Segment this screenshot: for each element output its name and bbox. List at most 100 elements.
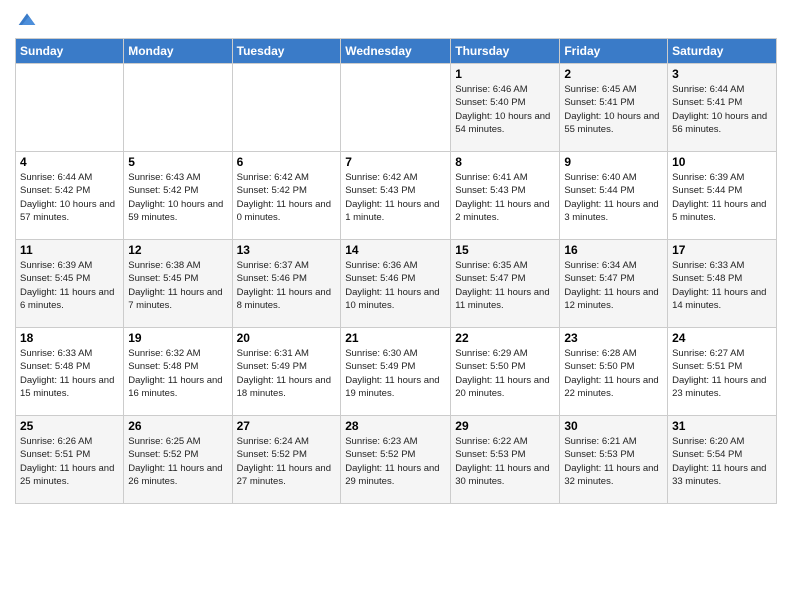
day-info: Sunrise: 6:37 AMSunset: 5:46 PMDaylight:…: [237, 259, 337, 312]
calendar-week-row: 4 Sunrise: 6:44 AMSunset: 5:42 PMDaylight…: [16, 152, 777, 240]
calendar-header-row: SundayMondayTuesdayWednesdayThursdayFrid…: [16, 39, 777, 64]
calendar-day-cell: 7Sunrise: 6:42 AMSunset: 5:43 PMDaylight…: [341, 152, 451, 240]
day-number: 9: [564, 155, 663, 169]
day-number: 2: [564, 67, 663, 81]
calendar-table: SundayMondayTuesdayWednesdayThursdayFrid…: [15, 38, 777, 504]
main-container: SundayMondayTuesdayWednesdayThursdayFrid…: [0, 0, 792, 514]
calendar-week-row: 11 Sunrise: 6:39 AMSunset: 5:45 PMDayligh…: [16, 240, 777, 328]
day-info: Sunrise: 6:39 AMSunset: 5:45 PMDaylight:…: [20, 259, 119, 312]
calendar-day-cell: 5 Sunrise: 6:43 AMSunset: 5:42 PMDaylight…: [124, 152, 232, 240]
logo: [15, 10, 37, 30]
day-info: Sunrise: 6:39 AMSunset: 5:44 PMDaylight:…: [672, 171, 772, 224]
calendar-week-row: 25 Sunrise: 6:26 AMSunset: 5:51 PMDayligh…: [16, 416, 777, 504]
day-info: Sunrise: 6:27 AMSunset: 5:51 PMDaylight:…: [672, 347, 772, 400]
logo-icon: [17, 10, 37, 30]
day-info: Sunrise: 6:28 AMSunset: 5:50 PMDaylight:…: [564, 347, 663, 400]
day-number: 23: [564, 331, 663, 345]
day-info: Sunrise: 6:32 AMSunset: 5:48 PMDaylight:…: [128, 347, 227, 400]
day-info: Sunrise: 6:40 AMSunset: 5:44 PMDaylight:…: [564, 171, 663, 224]
calendar-day-cell: 19 Sunrise: 6:32 AMSunset: 5:48 PMDayligh…: [124, 328, 232, 416]
calendar-day-cell: 18 Sunrise: 6:33 AMSunset: 5:48 PMDayligh…: [16, 328, 124, 416]
calendar-day-header: Sunday: [16, 39, 124, 64]
calendar-day-header: Tuesday: [232, 39, 341, 64]
day-number: 8: [455, 155, 555, 169]
day-number: 5: [128, 155, 227, 169]
calendar-day-cell: 6 Sunrise: 6:42 AMSunset: 5:42 PMDaylight…: [232, 152, 341, 240]
day-info: Sunrise: 6:33 AMSunset: 5:48 PMDaylight:…: [672, 259, 772, 312]
day-number: 4: [20, 155, 119, 169]
calendar-week-row: 18 Sunrise: 6:33 AMSunset: 5:48 PMDayligh…: [16, 328, 777, 416]
calendar-day-cell: 17 Sunrise: 6:33 AMSunset: 5:48 PMDayligh…: [668, 240, 777, 328]
day-number: 6: [237, 155, 337, 169]
day-info: Sunrise: 6:38 AMSunset: 5:45 PMDaylight:…: [128, 259, 227, 312]
day-number: 13: [237, 243, 337, 257]
calendar-day-cell: [124, 64, 232, 152]
day-number: 21: [345, 331, 446, 345]
header: [15, 10, 777, 30]
day-info: Sunrise: 6:44 AMSunset: 5:42 PMDaylight:…: [20, 171, 119, 224]
calendar-day-cell: 20 Sunrise: 6:31 AMSunset: 5:49 PMDayligh…: [232, 328, 341, 416]
day-number: 16: [564, 243, 663, 257]
day-info: Sunrise: 6:24 AMSunset: 5:52 PMDaylight:…: [237, 435, 337, 488]
day-number: 12: [128, 243, 227, 257]
day-number: 19: [128, 331, 227, 345]
day-number: 1: [455, 67, 555, 81]
calendar-day-header: Thursday: [451, 39, 560, 64]
day-number: 15: [455, 243, 555, 257]
day-info: Sunrise: 6:36 AMSunset: 5:46 PMDaylight:…: [345, 259, 446, 312]
calendar-day-cell: 14 Sunrise: 6:36 AMSunset: 5:46 PMDayligh…: [341, 240, 451, 328]
calendar-day-cell: 31 Sunrise: 6:20 AMSunset: 5:54 PMDayligh…: [668, 416, 777, 504]
day-info: Sunrise: 6:34 AMSunset: 5:47 PMDaylight:…: [564, 259, 663, 312]
day-number: 27: [237, 419, 337, 433]
calendar-day-cell: 11 Sunrise: 6:39 AMSunset: 5:45 PMDayligh…: [16, 240, 124, 328]
calendar-day-cell: 15 Sunrise: 6:35 AMSunset: 5:47 PMDayligh…: [451, 240, 560, 328]
day-info: Sunrise: 6:20 AMSunset: 5:54 PMDaylight:…: [672, 435, 772, 488]
day-info: Sunrise: 6:42 AMSunset: 5:42 PMDaylight:…: [237, 171, 337, 224]
calendar-day-cell: 21 Sunrise: 6:30 AMSunset: 5:49 PMDayligh…: [341, 328, 451, 416]
calendar-day-cell: 10 Sunrise: 6:39 AMSunset: 5:44 PMDayligh…: [668, 152, 777, 240]
day-number: 31: [672, 419, 772, 433]
calendar-day-header: Wednesday: [341, 39, 451, 64]
day-number: 14: [345, 243, 446, 257]
day-number: 17: [672, 243, 772, 257]
calendar-day-cell: 13 Sunrise: 6:37 AMSunset: 5:46 PMDayligh…: [232, 240, 341, 328]
calendar-week-row: 1 Sunrise: 6:46 AMSunset: 5:40 PMDaylight…: [16, 64, 777, 152]
day-info: Sunrise: 6:21 AMSunset: 5:53 PMDaylight:…: [564, 435, 663, 488]
calendar-day-cell: 23 Sunrise: 6:28 AMSunset: 5:50 PMDayligh…: [560, 328, 668, 416]
day-number: 11: [20, 243, 119, 257]
calendar-day-header: Friday: [560, 39, 668, 64]
logo-text: [15, 10, 37, 30]
day-number: 20: [237, 331, 337, 345]
day-number: 22: [455, 331, 555, 345]
day-info: Sunrise: 6:25 AMSunset: 5:52 PMDaylight:…: [128, 435, 227, 488]
calendar-day-cell: 3 Sunrise: 6:44 AMSunset: 5:41 PMDaylight…: [668, 64, 777, 152]
calendar-day-cell: [341, 64, 451, 152]
day-number: 26: [128, 419, 227, 433]
calendar-day-header: Monday: [124, 39, 232, 64]
day-number: 24: [672, 331, 772, 345]
calendar-day-cell: 24 Sunrise: 6:27 AMSunset: 5:51 PMDayligh…: [668, 328, 777, 416]
day-info: Sunrise: 6:26 AMSunset: 5:51 PMDaylight:…: [20, 435, 119, 488]
day-number: 3: [672, 67, 772, 81]
calendar-day-cell: 1 Sunrise: 6:46 AMSunset: 5:40 PMDaylight…: [451, 64, 560, 152]
day-info: Sunrise: 6:33 AMSunset: 5:48 PMDaylight:…: [20, 347, 119, 400]
day-info: Sunrise: 6:43 AMSunset: 5:42 PMDaylight:…: [128, 171, 227, 224]
day-info: Sunrise: 6:44 AMSunset: 5:41 PMDaylight:…: [672, 83, 772, 136]
calendar-day-cell: 9 Sunrise: 6:40 AMSunset: 5:44 PMDaylight…: [560, 152, 668, 240]
day-number: 10: [672, 155, 772, 169]
day-info: Sunrise: 6:35 AMSunset: 5:47 PMDaylight:…: [455, 259, 555, 312]
calendar-day-cell: 27 Sunrise: 6:24 AMSunset: 5:52 PMDayligh…: [232, 416, 341, 504]
day-number: 25: [20, 419, 119, 433]
day-number: 18: [20, 331, 119, 345]
calendar-day-cell: [232, 64, 341, 152]
day-number: 7: [345, 155, 446, 169]
day-info: Sunrise: 6:30 AMSunset: 5:49 PMDaylight:…: [345, 347, 446, 400]
calendar-day-cell: 16 Sunrise: 6:34 AMSunset: 5:47 PMDayligh…: [560, 240, 668, 328]
day-info: Sunrise: 6:31 AMSunset: 5:49 PMDaylight:…: [237, 347, 337, 400]
calendar-day-cell: 28Sunrise: 6:23 AMSunset: 5:52 PMDayligh…: [341, 416, 451, 504]
day-info: Sunrise: 6:46 AMSunset: 5:40 PMDaylight:…: [455, 83, 555, 136]
day-info: Sunrise: 6:41 AMSunset: 5:43 PMDaylight:…: [455, 171, 555, 224]
calendar-day-cell: 22Sunrise: 6:29 AMSunset: 5:50 PMDayligh…: [451, 328, 560, 416]
calendar-day-cell: 25 Sunrise: 6:26 AMSunset: 5:51 PMDayligh…: [16, 416, 124, 504]
calendar-day-cell: 2Sunrise: 6:45 AMSunset: 5:41 PMDaylight…: [560, 64, 668, 152]
